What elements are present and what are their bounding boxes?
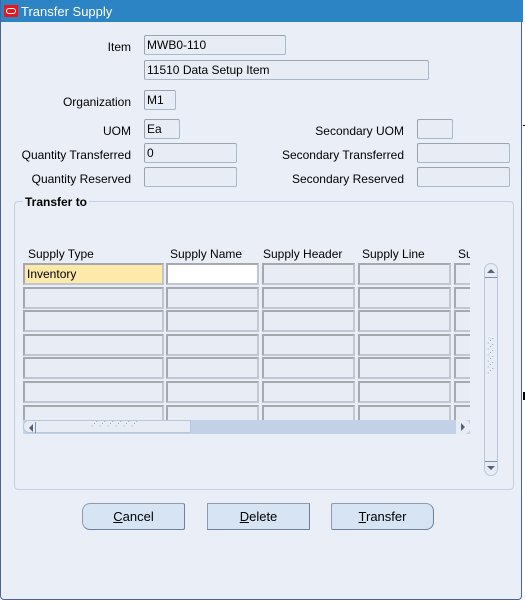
item-label: Item bbox=[107, 40, 131, 54]
supply-name-cell[interactable] bbox=[166, 333, 259, 356]
quantity-transferred-field[interactable]: 0 bbox=[144, 143, 237, 163]
supply-extra-cell[interactable] bbox=[454, 381, 470, 403]
supply-type-cell[interactable]: Inventory bbox=[23, 263, 164, 285]
item-field[interactable]: MWB0-110 bbox=[144, 35, 286, 55]
secondary-reserved-label: Secondary Reserved bbox=[291, 172, 404, 186]
delete-label: elete bbox=[249, 509, 278, 524]
supply-line-cell[interactable] bbox=[358, 263, 451, 285]
quantity-reserved-field[interactable] bbox=[144, 167, 237, 187]
supply-extra-cell[interactable] bbox=[454, 357, 470, 380]
supply-line-cell[interactable] bbox=[358, 404, 451, 421]
supply-header-cell[interactable] bbox=[262, 263, 355, 285]
transfer-label: ransfer bbox=[366, 509, 407, 524]
transfer-button[interactable]: Transfer bbox=[331, 503, 434, 530]
supply-line-cell[interactable] bbox=[358, 286, 451, 309]
cancel-label: ancel bbox=[122, 509, 154, 524]
horizontal-scroll-thumb[interactable]: ⋰⋰⋰⋰⋰⋰ bbox=[23, 420, 191, 433]
supply-header-cell[interactable] bbox=[262, 286, 355, 309]
organization-field[interactable]: M1 bbox=[144, 90, 176, 110]
transfer-mnemonic: T bbox=[358, 509, 366, 524]
secondary-reserved-field[interactable] bbox=[417, 167, 510, 187]
column-header-supply-type: Supply Type bbox=[28, 247, 94, 261]
column-header-supply-partial: Su bbox=[458, 247, 470, 261]
table-row: Inventory bbox=[23, 263, 470, 285]
table-row bbox=[23, 381, 470, 403]
supply-name-cell[interactable] bbox=[166, 310, 259, 333]
column-header-supply-line: Supply Line bbox=[362, 247, 425, 261]
delete-mnemonic: D bbox=[239, 509, 250, 524]
supply-extra-cell[interactable] bbox=[454, 404, 470, 421]
organization-label: Organization bbox=[62, 95, 131, 109]
secondary-uom-field[interactable] bbox=[417, 119, 453, 139]
title-bar[interactable]: Transfer Supply bbox=[1, 0, 523, 22]
supply-header-cell[interactable] bbox=[262, 404, 355, 421]
scroll-left-icon[interactable] bbox=[29, 424, 33, 432]
table-row bbox=[23, 357, 470, 380]
vertical-scrollbar[interactable]: ⋰ ⋰ ⋰ ⋰ ⋰ ⋰ bbox=[484, 263, 498, 476]
scroll-right-button[interactable] bbox=[456, 420, 470, 434]
supply-header-cell[interactable] bbox=[262, 310, 355, 333]
quantity-transferred-label: Quantity Transferred bbox=[21, 148, 131, 162]
supply-type-cell[interactable] bbox=[23, 286, 164, 309]
oracle-logo-icon bbox=[4, 5, 18, 17]
supply-name-cell[interactable] bbox=[166, 286, 259, 309]
grip-icon: ⋰⋰⋰⋰⋰⋰ bbox=[91, 421, 139, 428]
grip-icon: ⋰⋰⋰⋰⋰⋰ bbox=[487, 338, 495, 375]
supply-name-cell[interactable] bbox=[166, 404, 259, 421]
supply-line-cell[interactable] bbox=[358, 357, 451, 380]
uom-label: UOM bbox=[103, 124, 131, 138]
supply-line-cell[interactable] bbox=[358, 310, 451, 333]
supply-header-cell[interactable] bbox=[262, 381, 355, 403]
horizontal-scrollbar[interactable]: ⋰⋰⋰⋰⋰⋰ bbox=[23, 420, 470, 434]
quantity-reserved-label: Quantity Reserved bbox=[31, 172, 131, 186]
transfer-supply-window: Transfer Supply Item MWB0-110 11510 Data… bbox=[0, 0, 523, 600]
supply-type-cell[interactable] bbox=[23, 357, 164, 380]
supply-extra-cell[interactable] bbox=[454, 310, 470, 333]
supply-type-cell[interactable] bbox=[23, 310, 164, 333]
cancel-button[interactable]: Cancel bbox=[82, 503, 185, 530]
table-row bbox=[23, 310, 470, 333]
transfer-to-title: Transfer to bbox=[23, 195, 90, 209]
supply-header-cell[interactable] bbox=[262, 357, 355, 380]
scroll-up-icon[interactable] bbox=[485, 264, 497, 278]
scroll-down-icon[interactable] bbox=[485, 461, 497, 475]
supply-name-cell[interactable] bbox=[166, 357, 259, 380]
item-description-field[interactable]: 11510 Data Setup Item bbox=[144, 60, 429, 80]
supply-extra-cell[interactable] bbox=[454, 286, 470, 309]
table-row bbox=[23, 333, 470, 356]
cancel-mnemonic: C bbox=[113, 509, 123, 524]
supply-line-cell[interactable] bbox=[358, 381, 451, 403]
delete-button[interactable]: Delete bbox=[207, 503, 310, 530]
supply-type-cell[interactable] bbox=[23, 381, 164, 403]
transfer-to-grid: Inventory bbox=[23, 263, 470, 421]
scroll-right-icon bbox=[461, 423, 465, 431]
supply-name-cell[interactable] bbox=[166, 381, 259, 403]
window-title: Transfer Supply bbox=[21, 4, 113, 19]
supply-extra-cell[interactable] bbox=[454, 263, 470, 285]
secondary-uom-label: Secondary UOM bbox=[315, 124, 404, 138]
supply-extra-cell[interactable] bbox=[454, 333, 470, 356]
column-header-supply-header: Supply Header bbox=[263, 247, 343, 261]
supply-type-cell[interactable] bbox=[23, 333, 164, 356]
table-row bbox=[23, 404, 470, 421]
column-header-supply-name: Supply Name bbox=[170, 247, 243, 261]
uom-field[interactable]: Ea bbox=[144, 119, 180, 139]
secondary-transferred-label: Secondary Transferred bbox=[281, 148, 404, 162]
supply-line-cell[interactable] bbox=[358, 333, 451, 356]
supply-header-cell[interactable] bbox=[262, 333, 355, 356]
supply-name-cell[interactable] bbox=[166, 263, 259, 285]
secondary-transferred-field[interactable] bbox=[417, 143, 510, 163]
table-row bbox=[23, 286, 470, 309]
supply-type-cell[interactable] bbox=[23, 404, 164, 421]
